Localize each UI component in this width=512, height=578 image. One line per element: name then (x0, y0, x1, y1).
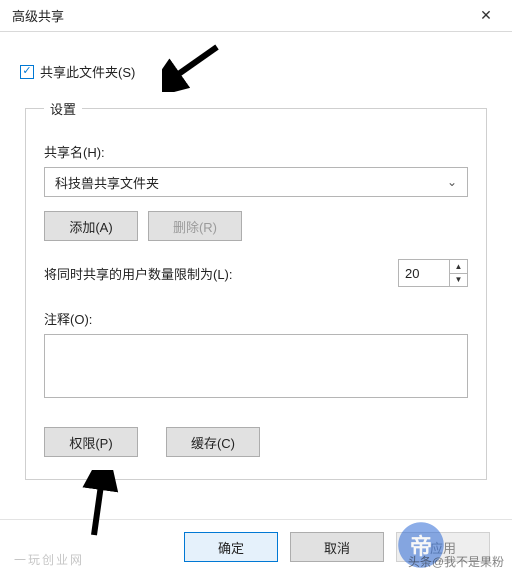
user-limit-label: 将同时共享的用户数量限制为(L): (44, 264, 233, 283)
window-title: 高级共享 (12, 6, 64, 25)
checkmark-icon: ✓ (22, 66, 31, 77)
settings-legend: 设置 (44, 99, 82, 118)
ok-button[interactable]: 确定 (184, 532, 278, 562)
spinner-down-icon[interactable]: ▼ (450, 273, 467, 287)
comment-label: 注释(O): (44, 309, 468, 328)
share-name-value: 科技兽共享文件夹 (55, 173, 159, 192)
share-name-combo[interactable]: 科技兽共享文件夹 ⌄ (44, 167, 468, 197)
user-limit-spinner[interactable]: 20 ▲ ▼ (398, 259, 468, 287)
share-name-label: 共享名(H): (44, 142, 468, 161)
spinner-arrows: ▲ ▼ (449, 260, 467, 286)
settings-group: 设置 共享名(H): 科技兽共享文件夹 ⌄ 添加(A) 删除(R) 将同时共享的… (25, 99, 487, 480)
remove-button: 删除(R) (148, 211, 242, 241)
titlebar: 高级共享 ✕ (0, 0, 512, 32)
cache-button[interactable]: 缓存(C) (166, 427, 260, 457)
watermark-right: 头条@我不是果粉 (408, 553, 504, 570)
user-limit-row: 将同时共享的用户数量限制为(L): 20 ▲ ▼ (44, 259, 468, 287)
cancel-button[interactable]: 取消 (290, 532, 384, 562)
chevron-down-icon: ⌄ (447, 175, 457, 189)
watermark-left: 一玩创业网 (14, 551, 84, 568)
add-button[interactable]: 添加(A) (44, 211, 138, 241)
spinner-up-icon[interactable]: ▲ (450, 260, 467, 273)
share-folder-checkbox[interactable]: ✓ (20, 65, 34, 79)
comment-textarea[interactable] (44, 334, 468, 398)
user-limit-value: 20 (399, 260, 449, 286)
dialog-body: ✓ 共享此文件夹(S) 设置 共享名(H): 科技兽共享文件夹 ⌄ 添加(A) … (0, 32, 512, 480)
permission-row: 权限(P) 缓存(C) (44, 427, 468, 457)
share-folder-row: ✓ 共享此文件夹(S) (20, 62, 492, 81)
window-close-button[interactable]: ✕ (466, 2, 506, 30)
close-icon: ✕ (480, 7, 492, 24)
share-folder-label: 共享此文件夹(S) (40, 62, 135, 81)
permissions-button[interactable]: 权限(P) (44, 427, 138, 457)
share-name-buttons: 添加(A) 删除(R) (44, 211, 468, 241)
